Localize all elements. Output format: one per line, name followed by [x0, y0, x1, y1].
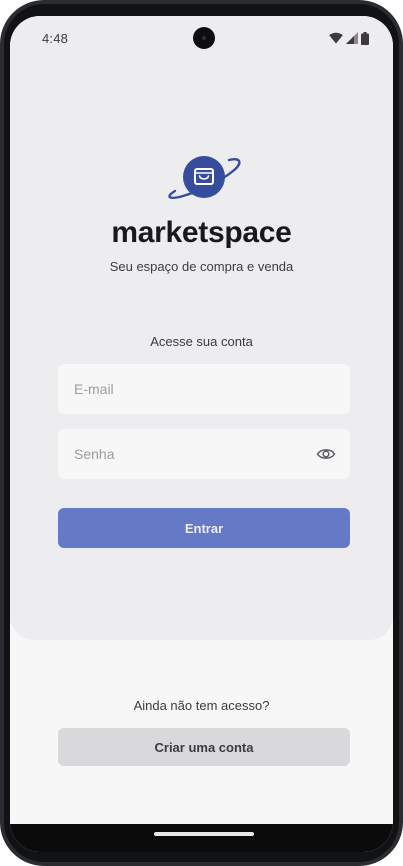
brand-name: marketspace [111, 216, 292, 249]
password-input[interactable] [58, 429, 350, 479]
password-field [58, 429, 350, 479]
wifi-icon [329, 32, 343, 44]
status-icons [329, 31, 369, 45]
login-title: Acesse sua conta [150, 334, 253, 349]
shopping-bag-planet-icon [168, 156, 241, 199]
signal-icon [346, 32, 358, 44]
status-time: 4:48 [42, 31, 69, 46]
create-account-button[interactable]: Criar uma conta [58, 728, 350, 766]
home-indicator[interactable] [154, 832, 254, 836]
phone-bezel: 4:48 marketspace Seu espaço de compra e … [4, 4, 399, 862]
brand-tagline: Seu espaço de compra e venda [109, 259, 294, 274]
phone-frame: 4:48 marketspace Seu espaço de compra e … [0, 0, 403, 866]
eye-icon[interactable] [316, 445, 336, 463]
email-input[interactable] [58, 364, 350, 414]
app-screen: 4:48 marketspace Seu espaço de compra e … [10, 16, 393, 852]
battery-icon [361, 31, 369, 45]
signup-prompt: Ainda não tem acesso? [133, 698, 270, 713]
front-camera [193, 27, 215, 49]
status-bar: 4:48 [10, 16, 393, 60]
navigation-bar [10, 824, 393, 852]
login-button[interactable]: Entrar [58, 508, 350, 548]
